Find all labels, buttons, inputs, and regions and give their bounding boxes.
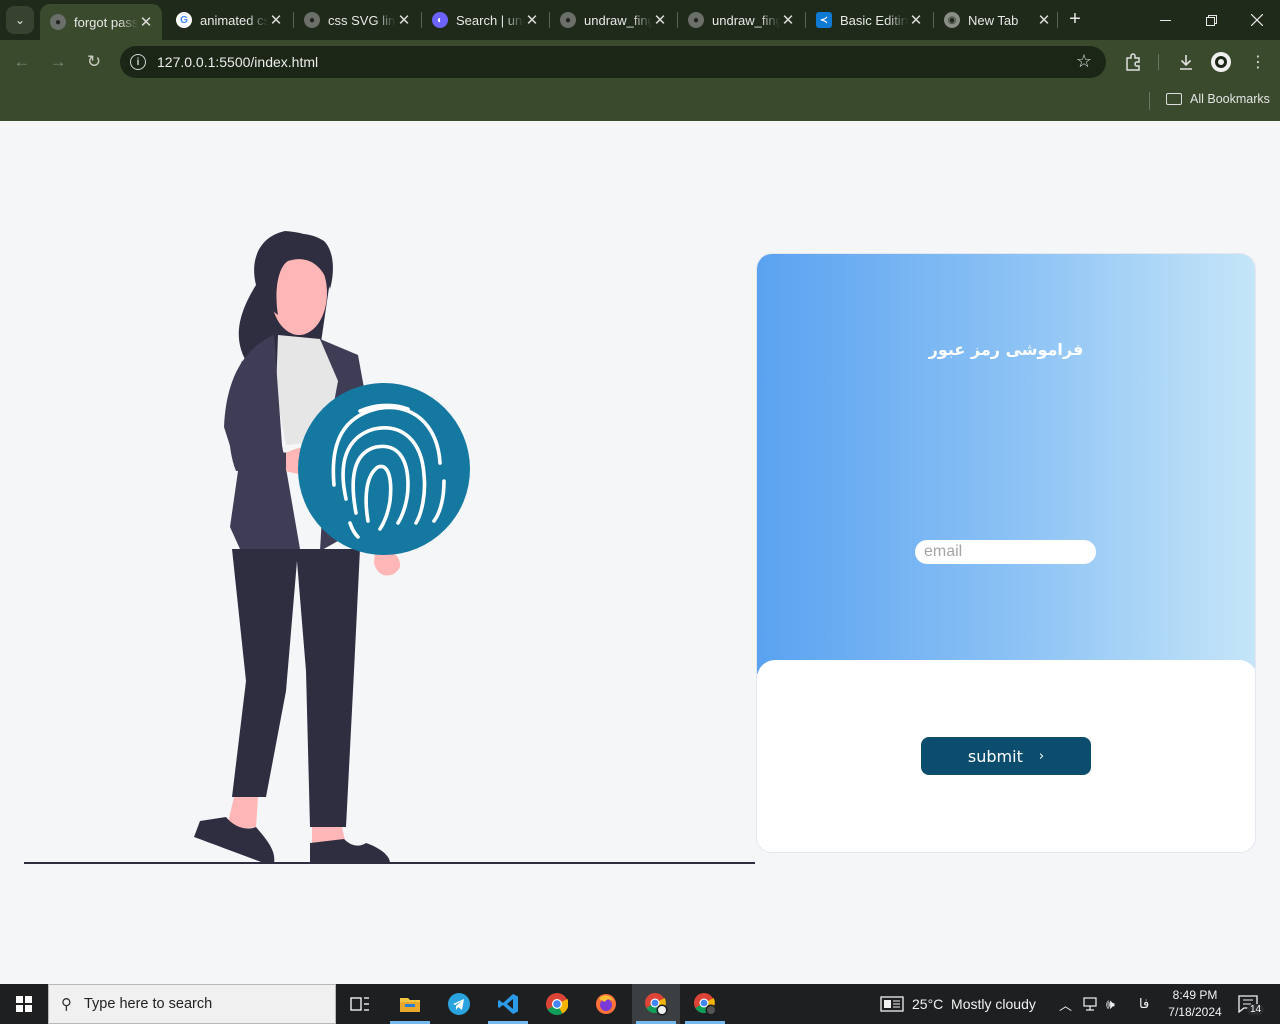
chrome-profile-icon [694,993,717,1016]
url-text[interactable]: 127.0.0.1:5500/index.html [157,54,318,70]
firefox-icon [596,994,616,1014]
profile-avatar-icon[interactable] [1208,49,1234,75]
close-tab-icon[interactable]: ✕ [780,11,796,29]
taskbar-search[interactable]: ⚲ Type here to search [48,984,336,1024]
email-input[interactable] [915,540,1096,564]
tab-search-undraw[interactable]: ◐ Search | undraw ✕ [422,4,548,36]
tab-basic-editing[interactable]: ≺ Basic Editing ✕ [806,4,932,36]
restore-button[interactable] [1188,0,1234,40]
close-tab-icon[interactable]: ✕ [1036,11,1052,29]
google-icon: G [176,12,192,28]
tab-animated-css[interactable]: G animated css ✕ [166,4,292,36]
task-view-button[interactable] [336,984,384,1024]
clock-date: 7/18/2024 [1168,1005,1222,1019]
close-tab-icon[interactable]: ✕ [524,11,540,29]
taskbar-clock[interactable]: 8:49 PM 7/18/2024 [1160,987,1230,1021]
browser-toolbar: ← → ↻ i 127.0.0.1:5500/index.html ☆ ⋮ [0,40,1280,84]
telegram-app[interactable] [435,984,483,1024]
tab-search-button[interactable]: ⌄ [6,6,34,34]
more-menu-icon[interactable]: ⋮ [1245,49,1271,75]
minimize-button[interactable] [1142,0,1188,40]
pants-right-shape [296,549,360,827]
volume-icon[interactable]: 🕪 [1106,984,1115,1024]
bookmarks-bar: All Bookmarks [0,84,1280,121]
submit-button[interactable]: submit › [921,737,1091,775]
reload-icon: ↻ [86,52,102,71]
close-tab-icon[interactable]: ✕ [908,11,924,29]
reload-button[interactable]: ↻ [80,48,108,76]
close-icon [1251,14,1263,26]
card-title: فراموشی رمز عبور [928,340,1084,359]
chrome-icon [546,993,568,1015]
undraw-icon: ◐ [432,12,448,28]
weather-widget[interactable]: 25°C Mostly cloudy [880,984,1036,1024]
windows-taskbar: ⚲ Type here to search 25°C Mostly cloudy… [0,984,1280,1024]
tab-strip: ⌄ ● forgot password ✕ G animated css ✕ ●… [0,0,1280,40]
close-tab-icon[interactable]: ✕ [396,11,412,29]
tab-new-tab[interactable]: ◉ New Tab ✕ [934,4,1060,36]
site-info-icon[interactable]: i [130,54,146,70]
news-weather-icon [880,996,904,1012]
chrome-profile-app[interactable] [681,984,729,1024]
toolbar-divider [1158,54,1159,70]
chrome-icon: ◉ [944,12,960,28]
file-explorer-app[interactable] [386,984,434,1024]
close-tab-icon[interactable]: ✕ [268,11,284,29]
globe-icon: ● [560,12,576,28]
address-bar[interactable]: i 127.0.0.1:5500/index.html ☆ [120,46,1106,78]
globe-icon: ● [304,12,320,28]
windows-logo-icon [16,996,32,1012]
chrome-profile-icon [645,993,668,1016]
all-bookmarks-button[interactable]: All Bookmarks [1166,92,1270,106]
clock-time: 8:49 PM [1172,988,1218,1002]
chrome-app[interactable] [533,984,581,1024]
vscode-app[interactable] [484,984,532,1024]
tab-undraw-fingerprint-1[interactable]: ● undraw_fingerprint ✕ [550,4,676,36]
chevron-right-icon: › [1038,748,1045,764]
bookmark-star-icon[interactable]: ☆ [1076,51,1092,72]
tab-css-svg-line[interactable]: ● css SVG line ✕ [294,4,420,36]
show-hidden-icons-chevron[interactable]: ︿ [1059,984,1072,1024]
close-tab-icon[interactable]: ✕ [652,11,668,29]
forward-button[interactable]: → [44,48,72,76]
start-button[interactable] [0,984,48,1024]
search-icon: ⚲ [61,996,72,1013]
network-icon[interactable] [1083,984,1099,1024]
shoe-right-shape [310,839,390,863]
close-tab-icon[interactable]: ✕ [138,13,154,31]
firefox-app[interactable] [582,984,630,1024]
restore-icon [1205,14,1217,26]
ground-line [24,862,755,864]
card-gradient-header: فراموشی رمز عبور [757,254,1255,674]
tab-forgot-password[interactable]: ● forgot password ✕ [40,4,162,40]
arrow-left-icon: ← [13,52,31,71]
page-content: فراموشی رمز عبور submit › [0,121,1280,984]
woman-fingerprint-illustration [194,231,470,863]
folder-icon [1166,93,1182,105]
globe-icon: ● [50,14,66,30]
downloads-icon[interactable] [1173,49,1199,75]
back-button[interactable]: ← [8,48,36,76]
notification-count-badge: 14 [1247,1004,1265,1015]
tab-undraw-fingerprint-2[interactable]: ● undraw_fingerprint ✕ [678,4,804,36]
chrome-profile-app-active[interactable] [632,984,680,1024]
pants-shape [232,549,298,797]
globe-icon: ● [688,12,704,28]
tab-divider [1057,12,1058,28]
vscode-icon: ≺ [816,12,832,28]
vscode-icon [498,994,518,1014]
close-window-button[interactable] [1234,0,1280,40]
file-explorer-icon [400,998,420,1012]
language-indicator[interactable]: فا [1139,984,1149,1024]
new-tab-button[interactable]: + [1064,8,1086,30]
action-center-button[interactable]: 14 [1238,984,1265,1024]
forgot-password-card: فراموشی رمز عبور submit › [756,253,1256,853]
chevron-down-icon: ⌄ [14,13,26,27]
minimize-icon [1159,19,1171,21]
task-view-icon [350,997,369,1011]
telegram-icon [448,993,470,1015]
arrow-right-icon: → [49,52,67,71]
bookmarks-divider [1149,92,1150,110]
extensions-icon[interactable] [1120,49,1146,75]
